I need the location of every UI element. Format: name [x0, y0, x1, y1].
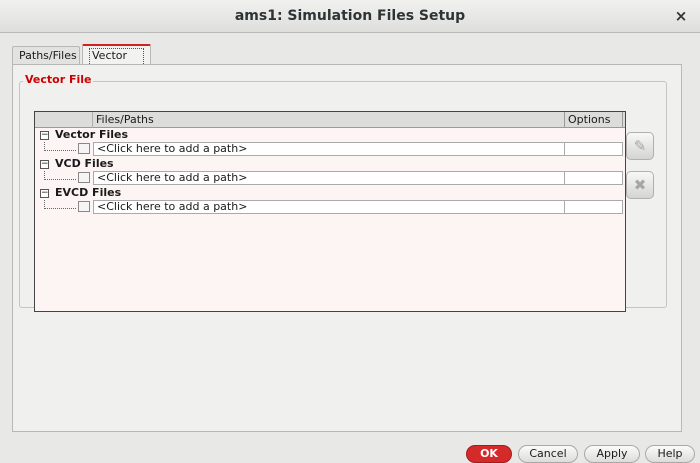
options-cell[interactable] [565, 200, 623, 214]
title-bar: ams1: Simulation Files Setup × [0, 0, 700, 33]
tree-group-vcd-files[interactable]: − VCD Files [35, 157, 625, 171]
add-path-cell[interactable]: <Click here to add a path> [93, 171, 565, 185]
add-path-cell[interactable]: <Click here to add a path> [93, 142, 565, 156]
help-button[interactable]: Help [645, 445, 695, 463]
tab-paths-files[interactable]: Paths/Files [12, 46, 80, 65]
apply-button[interactable]: Apply [584, 445, 640, 463]
vector-file-group: Files/Paths Options − Vector Files <Clic… [19, 81, 667, 312]
tree-group-evcd-files[interactable]: − EVCD Files [35, 186, 625, 200]
group-label: VCD Files [55, 157, 114, 170]
ok-button[interactable]: OK [466, 445, 512, 463]
tab-label: Paths/Files [19, 49, 77, 62]
tree-connector [44, 200, 76, 209]
close-icon[interactable]: × [672, 7, 690, 25]
path-checkbox[interactable] [78, 143, 90, 154]
tree-connector [44, 171, 76, 180]
edit-icon: ✎ [633, 137, 647, 155]
path-checkbox[interactable] [78, 172, 90, 183]
header-files-paths[interactable]: Files/Paths [93, 112, 565, 128]
cancel-button[interactable]: Cancel [518, 445, 578, 463]
group-label: EVCD Files [55, 186, 122, 199]
group-title: Vector File [23, 73, 94, 86]
tree-child-row[interactable]: <Click here to add a path> [35, 200, 625, 214]
tab-vector-files[interactable]: Vector Files [82, 44, 151, 76]
delete-icon: ✖ [633, 176, 647, 194]
tab-panel: Files/Paths Options − Vector Files <Clic… [12, 64, 682, 432]
collapse-icon[interactable]: − [40, 160, 49, 169]
tree-connector [44, 142, 76, 151]
window-title: ams1: Simulation Files Setup [234, 8, 466, 24]
header-tree-column [35, 112, 93, 128]
tree-header: Files/Paths Options [35, 112, 625, 128]
edit-button[interactable]: ✎ [626, 132, 654, 160]
options-cell[interactable] [565, 171, 623, 185]
tree-child-row[interactable]: <Click here to add a path> [35, 142, 625, 156]
group-label: Vector Files [55, 128, 129, 141]
options-cell[interactable] [565, 142, 623, 156]
add-path-cell[interactable]: <Click here to add a path> [93, 200, 565, 214]
collapse-icon[interactable]: − [40, 189, 49, 198]
header-options[interactable]: Options [565, 112, 623, 128]
tree-group-vector-files[interactable]: − Vector Files [35, 128, 625, 142]
vector-file-tree[interactable]: Files/Paths Options − Vector Files <Clic… [34, 111, 626, 312]
collapse-icon[interactable]: − [40, 131, 49, 140]
delete-button[interactable]: ✖ [626, 171, 654, 199]
path-checkbox[interactable] [78, 201, 90, 212]
dialog-button-bar: OK Cancel Apply Help [0, 432, 700, 463]
tree-child-row[interactable]: <Click here to add a path> [35, 171, 625, 185]
